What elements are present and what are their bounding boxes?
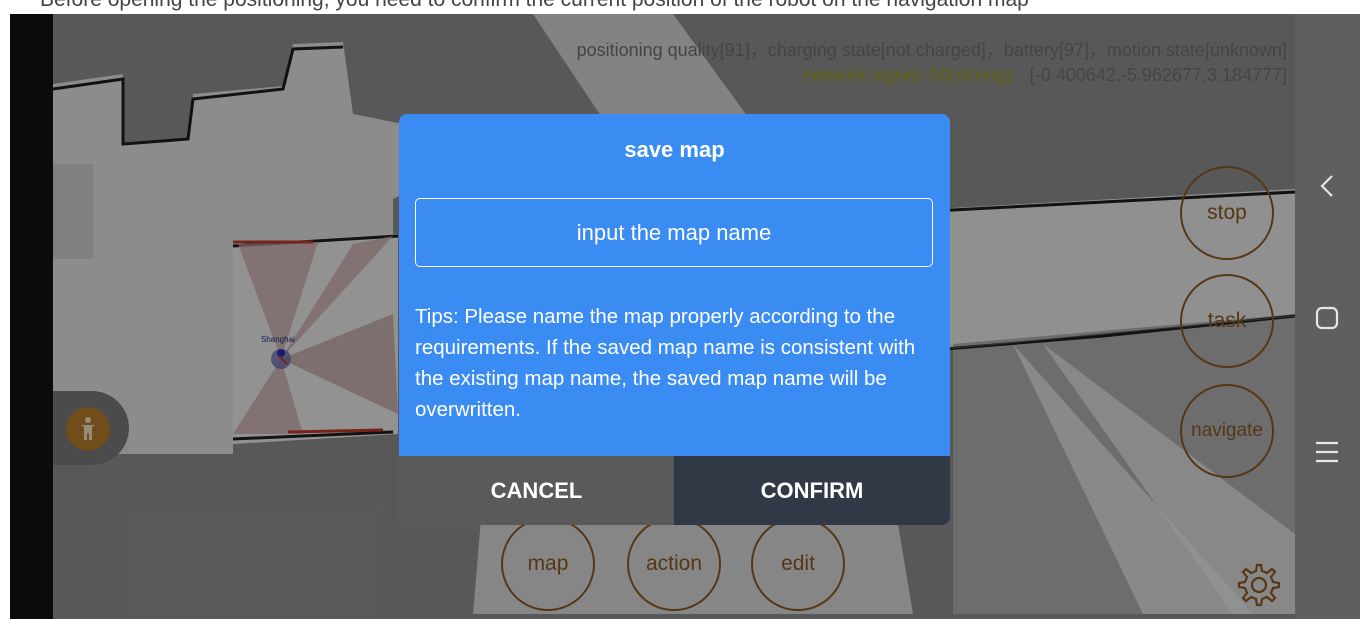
save-map-dialog: save map Tips: Please name the map prope…: [399, 114, 950, 525]
dialog-title: save map: [624, 137, 725, 162]
menu-icon: [1316, 441, 1338, 463]
menu-button[interactable]: [1307, 432, 1347, 472]
left-black-bar: [10, 14, 53, 619]
cancel-button[interactable]: CANCEL: [399, 456, 674, 525]
top-hint-strip: Before opening the positioning, you need…: [0, 0, 1360, 14]
confirm-button[interactable]: CONFIRM: [674, 456, 950, 525]
home-icon: [1315, 306, 1339, 330]
map-name-input[interactable]: [415, 198, 933, 267]
dialog-tips: Tips: Please name the map properly accor…: [415, 305, 916, 421]
dialog-button-row: CANCEL CONFIRM: [399, 456, 950, 525]
system-nav-bar: [1295, 14, 1360, 619]
back-button[interactable]: [1307, 166, 1347, 206]
top-hint-text: Before opening the positioning, you need…: [40, 0, 1029, 12]
home-button[interactable]: [1307, 298, 1347, 338]
back-icon: [1320, 175, 1333, 197]
